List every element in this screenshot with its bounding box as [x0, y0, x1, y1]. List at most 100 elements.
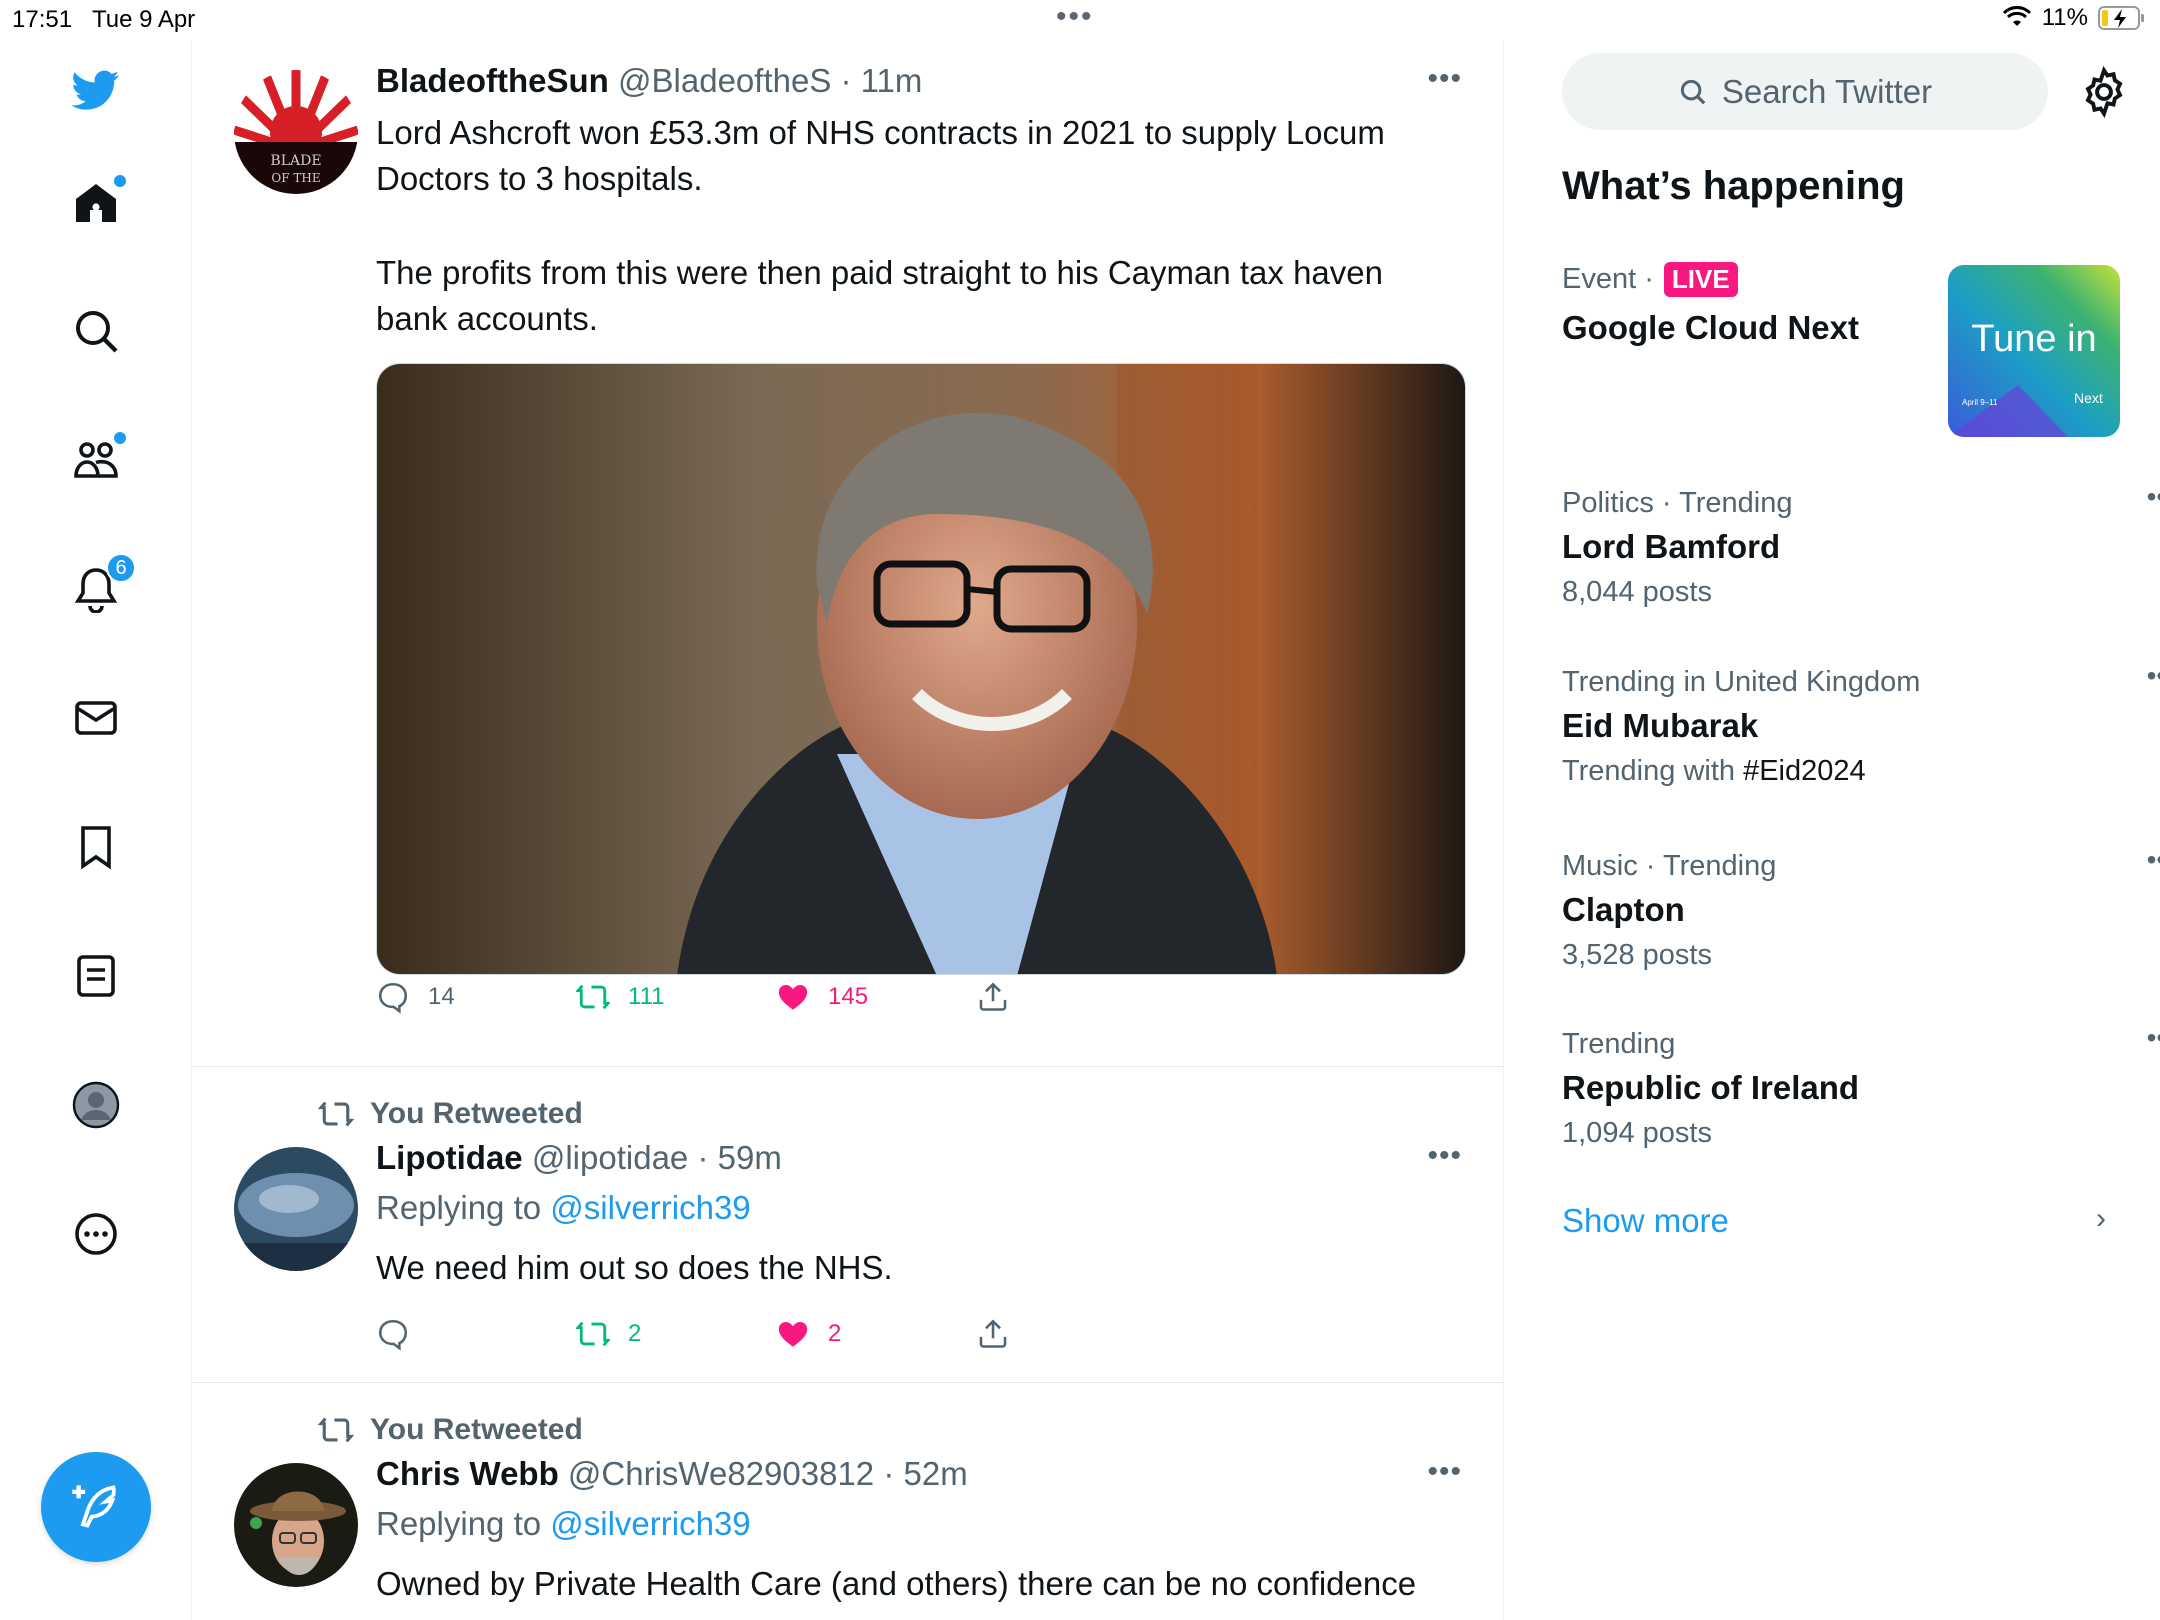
trend-more-button[interactable]: •••: [2147, 1022, 2160, 1054]
heart-filled-icon: [778, 1321, 808, 1347]
reply-count: 14: [428, 983, 455, 1010]
tweet-actions: 2 2: [376, 1317, 1076, 1357]
retweet-count: 2: [628, 1320, 642, 1347]
tweet[interactable]: You Retweeted Chris Webb @ChrisWe8290381…: [192, 1383, 1503, 1620]
nav-bookmarks[interactable]: [56, 807, 136, 887]
author-handle[interactable]: @BladeoftheS: [618, 62, 831, 99]
multitasking-dots[interactable]: •••: [1056, 0, 1094, 34]
tweet-more-button[interactable]: •••: [1427, 62, 1462, 96]
nav-profile[interactable]: [56, 1065, 136, 1145]
replying-to: Replying to @silverrich39: [376, 1505, 751, 1543]
trend-more-button[interactable]: •••: [2147, 660, 2160, 692]
tweet-header: BladeoftheSun @BladeoftheS · 11m: [376, 62, 922, 100]
trend-count: 1,094 posts: [1562, 1117, 1712, 1149]
trend-name: Clapton: [1562, 891, 1685, 928]
like-count: 145: [828, 983, 869, 1010]
avatar[interactable]: [234, 1463, 358, 1587]
home-new-dot: [114, 175, 126, 187]
compose-tweet-button[interactable]: [41, 1452, 151, 1562]
replying-to-link[interactable]: @silverrich39: [550, 1505, 750, 1542]
communities-icon: [74, 442, 118, 478]
like-button[interactable]: 145: [776, 980, 868, 1014]
trend-item[interactable]: Politics · Trending Lord Bamford 8,044 p…: [1562, 481, 2160, 609]
more-circle-icon: [75, 1213, 117, 1255]
retweeted-indicator: You Retweeted: [316, 1413, 583, 1447]
tweet-text: Lord Ashcroft won £53.3m of NHS contract…: [376, 114, 1385, 197]
tweet-time[interactable]: · 59m: [697, 1139, 781, 1176]
whats-happening-heading: What’s happening: [1562, 164, 1905, 208]
communities-new-dot: [114, 432, 126, 444]
tweet-actions: 14 111 145: [376, 980, 1076, 1020]
show-more-link[interactable]: Show more: [1562, 1202, 1729, 1240]
trend-item[interactable]: Trending Republic of Ireland 1,094 posts…: [1562, 1022, 2160, 1150]
event-dates-text: April 9–11: [1962, 398, 1998, 407]
replying-to-link[interactable]: @silverrich39: [550, 1189, 750, 1226]
trend-more-button[interactable]: •••: [2147, 844, 2160, 876]
feather-plus-icon: [72, 1485, 116, 1528]
gear-icon: [2085, 65, 2123, 119]
share-upload-icon: [979, 1319, 1007, 1348]
mail-icon: [75, 701, 117, 735]
trend-context: Trending with #Eid2024: [1562, 755, 2118, 788]
tweet-photo[interactable]: [376, 363, 1466, 975]
share-upload-icon: [979, 982, 1007, 1011]
timeline: BLADE OF THE BladeoftheSun @BladeoftheS …: [192, 40, 1504, 1620]
trend-category: Trending: [1562, 1028, 1676, 1060]
twitter-bird-icon: [72, 70, 120, 110]
trend-item[interactable]: Music · Trending Clapton 3,528 posts •••: [1562, 844, 2160, 972]
tweet[interactable]: You Retweeted Lipotidae @lipotidae · 59m…: [192, 1067, 1503, 1383]
tweet-time[interactable]: · 11m: [841, 62, 923, 99]
settings-button[interactable]: [2078, 65, 2130, 119]
tweet-text: The profits from this were then paid str…: [376, 254, 1383, 337]
event-image[interactable]: Tune in April 9–11 Next: [1948, 265, 2120, 437]
author-name[interactable]: Chris Webb: [376, 1455, 559, 1492]
trend-item[interactable]: Trending in United Kingdom Eid Mubarak T…: [1562, 660, 2160, 788]
share-button[interactable]: [976, 980, 1010, 1014]
like-count: 2: [828, 1320, 842, 1347]
retweet-icon: [576, 1321, 610, 1347]
trend-context-prefix: Trending with: [1562, 755, 1744, 787]
like-button[interactable]: 2: [776, 1317, 841, 1351]
retweeted-label: You Retweeted: [370, 1097, 583, 1130]
rising-sun-avatar-image: BLADE OF THE: [234, 70, 358, 194]
reply-button[interactable]: 14: [376, 980, 455, 1014]
twitter-logo[interactable]: [56, 50, 136, 130]
nav-communities[interactable]: [56, 420, 136, 500]
nav-notifications[interactable]: 6: [56, 549, 136, 629]
author-handle[interactable]: @ChrisWe82903812: [568, 1455, 874, 1492]
battery-icon: [2098, 6, 2144, 30]
author-name[interactable]: BladeoftheSun: [376, 62, 609, 99]
search-input[interactable]: Search Twitter: [1562, 53, 2048, 130]
nav-explore[interactable]: [56, 291, 136, 371]
trend-hashtag[interactable]: #Eid2024: [1743, 755, 1866, 787]
share-button[interactable]: [976, 1317, 1010, 1351]
profile-avatar-icon: [72, 1081, 120, 1129]
retweeted-indicator: You Retweeted: [316, 1097, 583, 1131]
tweet-time[interactable]: · 52m: [883, 1455, 967, 1492]
reply-bubble-icon: [378, 982, 408, 1014]
avatar[interactable]: BLADE OF THE: [234, 70, 358, 194]
trend-category: Politics · Trending: [1562, 487, 1793, 519]
nav-messages[interactable]: [56, 678, 136, 758]
man-smiling-photo: [377, 364, 1465, 974]
nav-lists[interactable]: [56, 936, 136, 1016]
replying-to: Replying to @silverrich39: [376, 1189, 751, 1227]
sidebar-nav: 6: [0, 40, 192, 1620]
author-name[interactable]: Lipotidae: [376, 1139, 523, 1176]
avatar[interactable]: [234, 1147, 358, 1271]
tweet-more-button[interactable]: •••: [1427, 1139, 1462, 1173]
trend-more-button[interactable]: •••: [2147, 481, 2160, 513]
author-handle[interactable]: @lipotidae: [532, 1139, 688, 1176]
tweet-more-button[interactable]: •••: [1427, 1455, 1462, 1489]
tweet-text: Owned by Private Health Care (and others…: [376, 1565, 1417, 1602]
status-right: 11%: [2002, 4, 2146, 32]
search-placeholder: Search Twitter: [1721, 72, 1933, 110]
retweet-button[interactable]: 2: [576, 1317, 641, 1351]
retweet-button[interactable]: 111: [576, 980, 664, 1014]
nav-home[interactable]: [56, 163, 136, 243]
tweet[interactable]: BLADE OF THE BladeoftheSun @BladeoftheS …: [192, 40, 1503, 1067]
event-next-text: Next: [2074, 390, 2103, 406]
reply-button[interactable]: [376, 1317, 428, 1351]
retweet-icon: [317, 1417, 355, 1443]
nav-more[interactable]: [56, 1194, 136, 1274]
